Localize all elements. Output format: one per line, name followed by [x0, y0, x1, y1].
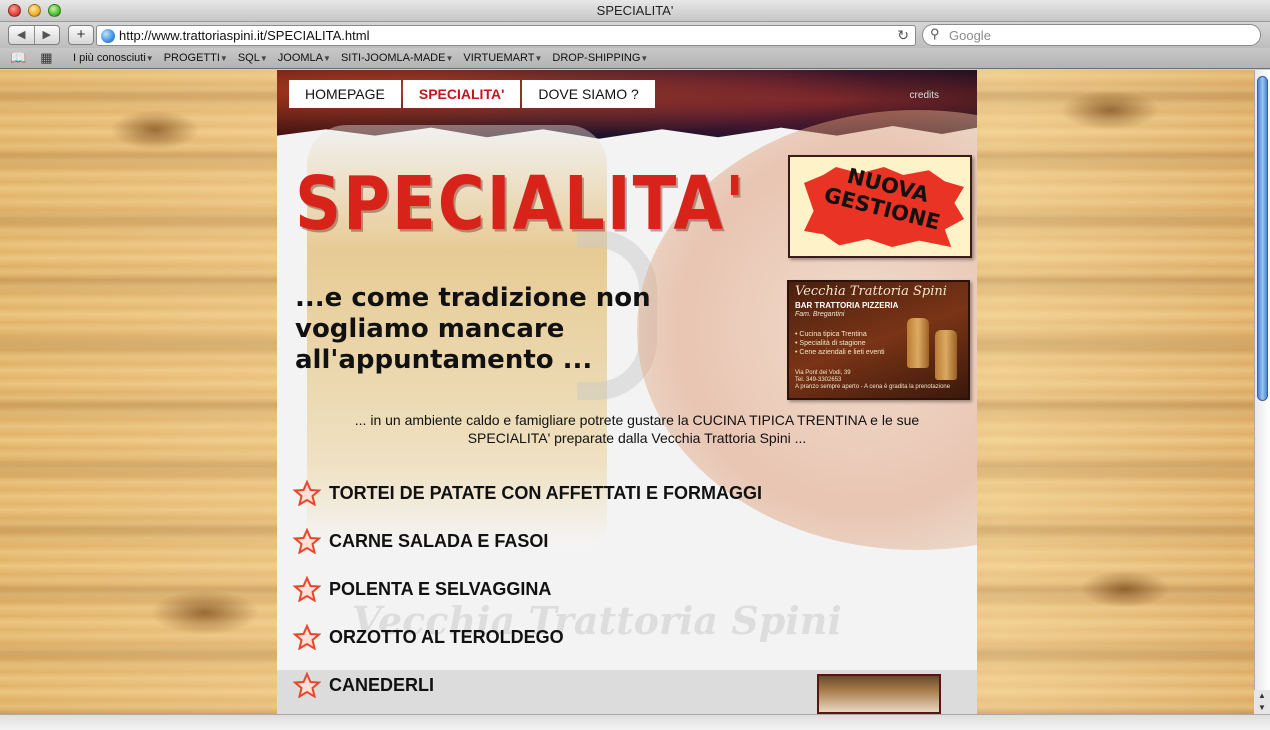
address-bar[interactable]: http://www.trattoriaspini.it/SPECIALITA.… — [96, 25, 916, 46]
chevron-down-icon: ▼ — [145, 54, 154, 63]
window-titlebar: SPECIALITA' — [0, 0, 1270, 22]
specialty-item: ORZOTTO AL TEROLDEGO — [293, 624, 564, 650]
scroll-arrows[interactable]: ▲ ▼ — [1254, 690, 1270, 714]
card-name: Vecchia Trattoria Spini — [795, 284, 947, 299]
chevron-down-icon: ▼ — [219, 54, 228, 63]
chevron-down-icon: ▼ — [259, 54, 268, 63]
nav-homepage[interactable]: HOMEPAGE — [289, 80, 401, 108]
card-list: • Cucina tipica Trentina • Specialità di… — [795, 331, 885, 356]
page-title: SPECIALITA' — [295, 162, 747, 248]
card-address: Via Pont dei Vodi, 39 Tel. 349-3302653 A… — [795, 370, 951, 390]
wood-knot — [150, 590, 260, 635]
site-nav: HOMEPAGE SPECIALITA' DOVE SIAMO ? — [289, 80, 655, 108]
scrollbar-thumb[interactable] — [1257, 76, 1268, 401]
intro-text: ... in un ambiente caldo e famigliare po… — [354, 412, 920, 446]
chevron-down-icon: ▼ — [445, 54, 454, 63]
nav-specialita[interactable]: SPECIALITA' — [402, 80, 521, 108]
grid-icon[interactable]: ▦ — [40, 51, 52, 65]
site-content: HOMEPAGE SPECIALITA' DOVE SIAMO ? credit… — [277, 70, 977, 714]
browser-toolbar: ◀ ▶ + http://www.trattoriaspini.it/SPECI… — [0, 22, 1270, 48]
globe-icon — [101, 29, 115, 43]
oil-bottle-icon — [907, 318, 929, 368]
bookmark-folder[interactable]: VIRTUEMART▼ — [463, 48, 542, 69]
window-title: SPECIALITA' — [596, 3, 674, 18]
card-family: Fam. Bregantini — [795, 311, 845, 318]
chevron-down-icon: ▼ — [640, 54, 649, 63]
reload-icon[interactable]: ↻ — [897, 26, 909, 45]
forward-button[interactable]: ▶ — [33, 26, 60, 44]
bookmarks-bar: 📖 ▦ I più conosciuti▼ PROGETTI▼ SQL▼ JOO… — [0, 48, 1270, 69]
nav-buttons: ◀ ▶ — [8, 25, 60, 45]
specialty-item: TORTEI DE PATATE CON AFFETTATI E FORMAGG… — [293, 480, 762, 506]
specialty-item: POLENTA E SELVAGGINA — [293, 576, 551, 602]
bookmark-folder[interactable]: I più conosciuti▼ — [73, 48, 154, 69]
business-card: Vecchia Trattoria Spini BAR TRATTORIA PI… — [787, 280, 970, 400]
search-input[interactable] — [949, 27, 1249, 43]
bookmark-folder[interactable]: SITI-JOOMLA-MADE▼ — [341, 48, 453, 69]
chevron-down-icon: ▼ — [534, 54, 543, 63]
wood-knot — [110, 110, 200, 150]
bookmark-folder[interactable]: PROGETTI▼ — [164, 48, 228, 69]
close-window-button[interactable] — [8, 4, 21, 17]
card-subtitle: BAR TRATTORIA PIZZERIA — [795, 301, 899, 310]
add-bookmark-button[interactable]: + — [68, 25, 94, 45]
back-button[interactable]: ◀ — [9, 26, 34, 44]
search-icon: ⚲ — [930, 26, 940, 41]
star-icon — [293, 480, 321, 506]
chevron-down-icon: ▼ — [323, 54, 331, 63]
scroll-down-icon[interactable]: ▼ — [1254, 702, 1270, 714]
page-viewport: HOMEPAGE SPECIALITA' DOVE SIAMO ? credit… — [0, 70, 1254, 714]
traffic-lights — [8, 4, 61, 17]
bookmark-folder[interactable]: JOOMLA▼ — [278, 48, 331, 69]
open-book-icon[interactable]: 📖 — [10, 51, 26, 65]
star-icon — [293, 672, 321, 698]
vertical-scrollbar[interactable] — [1254, 70, 1270, 714]
bar-photo — [817, 674, 941, 714]
star-icon — [293, 528, 321, 554]
horizontal-scrollbar[interactable] — [0, 714, 1270, 730]
credits-link[interactable]: credits — [910, 90, 939, 101]
zoom-window-button[interactable] — [48, 4, 61, 17]
nuova-gestione-badge: NUOVA GESTIONE — [788, 155, 972, 258]
url-text: http://www.trattoriaspini.it/SPECIALITA.… — [119, 28, 370, 43]
wood-knot — [1060, 90, 1160, 130]
bookmark-folder[interactable]: SQL▼ — [238, 48, 268, 69]
nav-dove-siamo[interactable]: DOVE SIAMO ? — [522, 80, 655, 108]
wood-knot — [1080, 570, 1170, 608]
minimize-window-button[interactable] — [28, 4, 41, 17]
star-icon — [293, 624, 321, 650]
specialty-item: CARNE SALADA E FASOI — [293, 528, 548, 554]
tagline: ...e come tradizione non vogliamo mancar… — [295, 283, 651, 375]
search-box[interactable]: ⚲ — [922, 24, 1261, 46]
bookmark-folder[interactable]: DROP-SHIPPING▼ — [552, 48, 648, 69]
scroll-up-icon[interactable]: ▲ — [1254, 690, 1270, 702]
specialty-item: CANEDERLI — [293, 672, 434, 698]
star-icon — [293, 576, 321, 602]
